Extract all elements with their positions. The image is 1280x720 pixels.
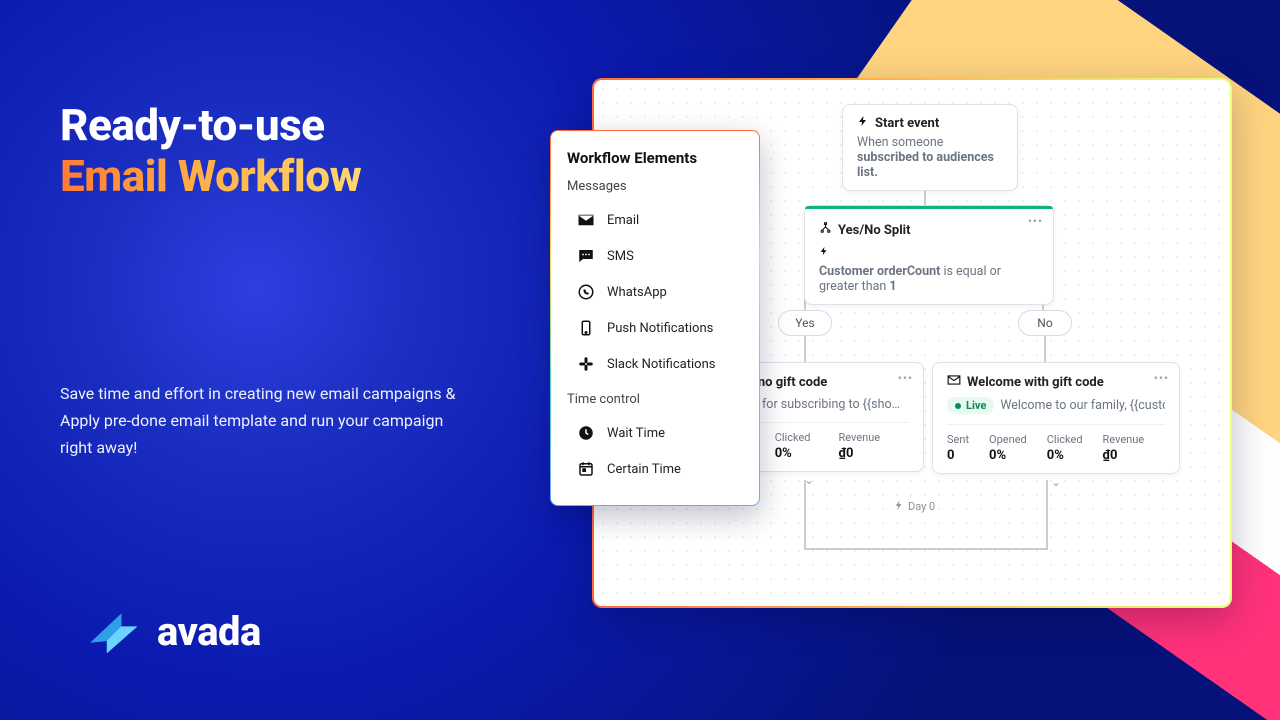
email-no-preview: Welcome to our family, {{customer…: [1000, 398, 1165, 413]
node-accent-bar: [805, 206, 1053, 209]
calendar-icon: [577, 460, 595, 478]
headline-line-2: Email Workflow: [60, 151, 361, 202]
phone-icon: [577, 319, 595, 337]
start-desc-pre: When someone: [857, 135, 943, 150]
stat-value: 0%: [775, 446, 811, 461]
element-push[interactable]: Push Notifications: [567, 310, 743, 346]
split-pill-no: No: [1018, 310, 1072, 336]
start-desc-bold: subscribed to audiences list.: [857, 150, 994, 180]
brand-name: avada: [157, 608, 261, 655]
sms-icon: [577, 247, 595, 265]
panel-section-messages: Messages: [567, 179, 743, 194]
stat-value: 0%: [1047, 448, 1083, 463]
whatsapp-icon: [577, 283, 595, 301]
more-icon[interactable]: •••: [1028, 214, 1043, 228]
workflow-node-email-no[interactable]: ••• Welcome with gift code Live Welcome …: [932, 362, 1180, 474]
stat-value: ₫0: [1103, 448, 1145, 463]
email-no-title: Welcome with gift code: [967, 375, 1104, 390]
stat-label: Clicked: [775, 431, 811, 444]
headline-line-1: Ready-to-use: [60, 99, 325, 151]
stat-value: ₫0: [838, 446, 880, 461]
connector: [804, 335, 806, 365]
element-label: WhatsApp: [607, 285, 667, 300]
envelope-icon: [577, 211, 595, 229]
hero: Ready-to-use Email Workflow: [60, 100, 361, 201]
element-label: SMS: [607, 249, 634, 264]
avada-logo-icon: [85, 610, 143, 654]
brand-logo: avada: [85, 608, 261, 655]
workflow-node-split[interactable]: ••• Yes/No Split Customer orderCount is …: [804, 205, 1054, 305]
stat-label: Clicked: [1047, 433, 1083, 446]
lightning-icon: [894, 500, 904, 513]
element-wait-time[interactable]: Wait Time: [567, 415, 743, 451]
wait-day-text: Day 0: [908, 500, 935, 513]
connector: [804, 480, 1048, 550]
lightning-icon: [819, 245, 829, 260]
stats-row: Sent 0 Opened 0% Clicked 0% Revenue ₫0: [947, 424, 1165, 463]
element-label: Email: [607, 213, 639, 228]
envelope-icon: [947, 373, 961, 391]
split-icon: [819, 222, 832, 239]
split-cond-field: Customer orderCount: [819, 264, 940, 279]
stat-label: Revenue: [1103, 433, 1145, 446]
connector: [1044, 335, 1046, 365]
clock-icon: [577, 424, 595, 442]
split-pill-yes: Yes: [778, 310, 832, 336]
stat-label: Revenue: [838, 431, 880, 444]
element-email[interactable]: Email: [567, 202, 743, 238]
stat-label: Sent: [947, 433, 969, 446]
more-icon[interactable]: •••: [898, 371, 913, 385]
element-label: Slack Notifications: [607, 357, 715, 372]
stat-value: 0: [947, 448, 969, 463]
element-label: Wait Time: [607, 426, 665, 441]
element-label: Certain Time: [607, 462, 681, 477]
element-sms[interactable]: SMS: [567, 238, 743, 274]
workflow-elements-panel: Workflow Elements Messages Email SMS Wha…: [550, 130, 760, 506]
element-label: Push Notifications: [607, 321, 713, 336]
lightning-icon: [857, 115, 869, 131]
status-badge-live: Live: [947, 397, 994, 414]
workflow-node-start[interactable]: Start event When someone subscribed to a…: [842, 104, 1018, 191]
slack-icon: [577, 355, 595, 373]
chevron-down-icon: ⌄: [1051, 475, 1061, 489]
stat-label: Opened: [989, 433, 1027, 446]
promo-slide: Ready-to-use Email Workflow Save time an…: [0, 0, 1280, 720]
headline: Ready-to-use Email Workflow: [60, 100, 361, 201]
subheadline: Save time and effort in creating new ema…: [60, 380, 460, 462]
split-title: Yes/No Split: [838, 223, 911, 238]
start-title: Start event: [875, 116, 939, 131]
panel-section-time: Time control: [567, 392, 743, 407]
element-slack[interactable]: Slack Notifications: [567, 346, 743, 382]
element-certain-time[interactable]: Certain Time: [567, 451, 743, 487]
more-icon[interactable]: •••: [1154, 371, 1169, 385]
panel-title: Workflow Elements: [567, 149, 743, 167]
element-whatsapp[interactable]: WhatsApp: [567, 274, 743, 310]
chevron-down-icon: ⌄: [804, 473, 814, 487]
split-cond-value: 1: [889, 279, 896, 294]
stat-value: 0%: [989, 448, 1027, 463]
wait-day-label: Day 0: [894, 500, 935, 513]
